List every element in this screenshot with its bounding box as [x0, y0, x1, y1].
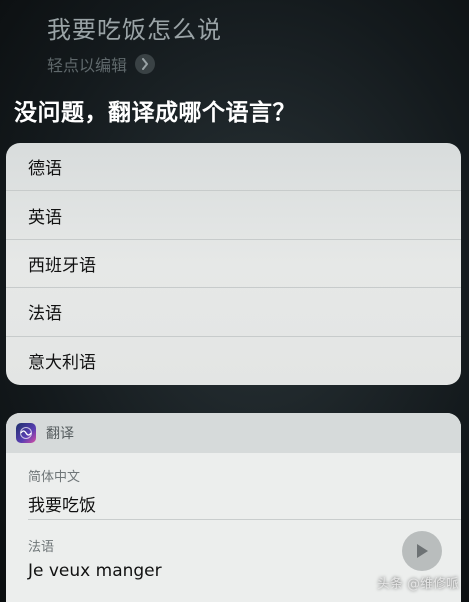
source-language-label: 简体中文	[28, 470, 81, 485]
source-text: 我要吃饭	[28, 496, 96, 516]
siri-query: 我要吃饭怎么说	[47, 16, 222, 44]
language-label: 意大利语	[28, 353, 96, 374]
siri-answer: 没问题，翻译成哪个语言？	[14, 100, 296, 126]
language-list: 德语 英语 西班牙语 法语 意大利语	[6, 143, 461, 385]
app-name: 翻译	[46, 426, 74, 442]
siri-icon	[16, 423, 36, 443]
language-option-english[interactable]: 英语	[6, 191, 461, 240]
language-label: 法语	[28, 304, 62, 325]
tap-to-edit[interactable]: 轻点以编辑	[47, 52, 156, 76]
target-block: 法语 Je veux manger	[6, 520, 461, 581]
language-label: 英语	[28, 207, 62, 228]
source-block: 简体中文 我要吃饭	[6, 453, 461, 519]
play-icon	[417, 544, 428, 558]
language-option-spanish[interactable]: 西班牙语	[6, 240, 461, 289]
watermark-text: 头条 @维修哌	[376, 577, 459, 592]
play-button[interactable]	[402, 531, 442, 571]
language-label: 西班牙语	[28, 255, 96, 276]
chevron-right-icon	[135, 54, 156, 74]
language-option-german[interactable]: 德语	[6, 143, 461, 192]
watermark: 头条 @维修哌	[377, 573, 459, 592]
language-option-italian[interactable]: 意大利语	[6, 337, 461, 385]
language-label: 德语	[28, 159, 62, 180]
target-language-label: 法语	[28, 540, 55, 555]
language-option-french[interactable]: 法语	[6, 288, 461, 337]
edit-hint-label: 轻点以编辑	[47, 56, 128, 75]
translation-card-header: 翻译	[6, 413, 461, 453]
